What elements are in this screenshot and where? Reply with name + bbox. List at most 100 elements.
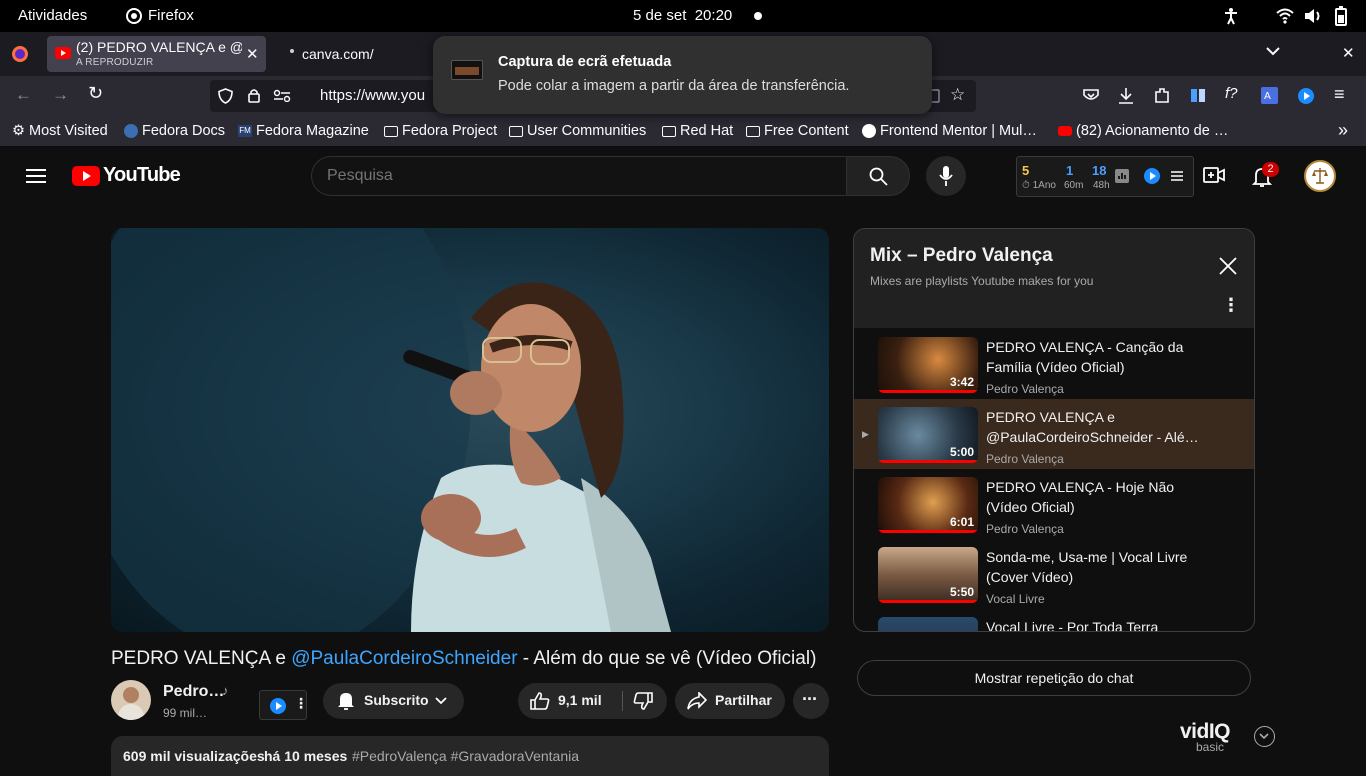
clock[interactable]: 5 de set 20:20 — [633, 7, 732, 24]
youtube-logo[interactable]: YouTube — [72, 164, 181, 187]
downloads-icon[interactable] — [1118, 87, 1134, 104]
playlist-item-title: PEDRO VALENÇA - Hoje Não (Vídeo Oficial) — [986, 479, 1175, 515]
subscribe-button[interactable]: Subscrito — [323, 683, 464, 719]
bookmark-star-icon[interactable]: ☆ — [950, 85, 965, 105]
tab-youtube[interactable]: (2) PEDRO VALENÇA e @P A REPRODUZIR ✕ — [47, 36, 266, 72]
bookmark-user-communities[interactable]: User Communities — [509, 123, 646, 139]
forward-icon[interactable]: → — [52, 85, 69, 105]
activities-button[interactable]: Atividades — [18, 7, 87, 24]
firefox-menu-icon[interactable] — [11, 45, 29, 63]
bookmark-red-hat[interactable]: Red Hat — [662, 123, 733, 139]
close-icon[interactable] — [1218, 256, 1238, 276]
sidebar-extension-icon[interactable] — [1190, 87, 1206, 104]
playlist-item-channel: Vocal Livre — [986, 592, 1045, 606]
youtube-page: YouTube 5 ⏱ 1Ano 1 60m 18 48h 2 — [0, 148, 1366, 776]
tab-playing-label: A REPRODUZIR — [76, 57, 154, 68]
bookmark-free-content[interactable]: Free Content — [746, 123, 849, 139]
notifications-button[interactable]: 2 — [1252, 162, 1279, 190]
vidiq-stats-widget[interactable]: 5 ⏱ 1Ano 1 60m 18 48h — [1016, 156, 1194, 197]
vidiq-menu-icon[interactable] — [1171, 170, 1183, 182]
search-button[interactable] — [846, 156, 910, 196]
vidiq-channel-widget[interactable]: ⋮ — [259, 690, 308, 720]
create-video-icon[interactable] — [1203, 165, 1225, 185]
search-box[interactable] — [311, 156, 847, 196]
playlist-item[interactable]: 5:50 Sonda-me, Usa-me | Vocal Livre (Cov… — [854, 539, 1254, 609]
fm-icon: FM — [238, 125, 252, 137]
more-actions-button[interactable]: ··· — [793, 683, 829, 719]
playlist-item-channel: Pedro Valença — [986, 382, 1064, 396]
vidiq-logo-icon[interactable] — [1143, 167, 1161, 185]
frontend-mentor-icon — [862, 124, 876, 138]
mention-link[interactable]: @PaulaCordeiroSchneider — [291, 648, 517, 669]
playlist-item[interactable]: 6:01 PEDRO VALENÇA - Hoje Não (Vídeo Ofi… — [854, 469, 1254, 539]
playlist-item-title: PEDRO VALENÇA - Canção da Família (Vídeo… — [986, 339, 1184, 375]
bookmark-acionamento[interactable]: (82) Acionamento de … — [1058, 123, 1228, 139]
bookmark-frontend-mentor[interactable]: Frontend Mentor | Mul… — [862, 123, 1037, 139]
dislike-button[interactable] — [623, 683, 667, 719]
vidiq-stat-value: 1 — [1066, 163, 1074, 178]
bookmark-label: Red Hat — [680, 123, 734, 139]
hamburger-menu-icon[interactable]: ≡ — [1334, 84, 1345, 105]
playlist-item[interactable]: 3:42 PEDRO VALENÇA - Canção da Família (… — [854, 329, 1254, 399]
vidiq-badge[interactable]: vidIQ basic — [1180, 720, 1240, 754]
notification-count-badge: 2 — [1262, 162, 1279, 177]
gear-icon: ⚙ — [12, 123, 25, 139]
show-chat-replay-button[interactable]: Mostrar repetição do chat — [857, 660, 1251, 696]
wifi-icon[interactable] — [1276, 8, 1294, 24]
reload-icon[interactable]: ↻ — [88, 83, 103, 104]
vidiq-extension-icon[interactable] — [1297, 87, 1315, 105]
more-vert-icon[interactable]: ⋮ — [294, 695, 308, 712]
fedora-icon — [124, 124, 138, 138]
youtube-logo-icon — [72, 165, 100, 186]
extensions-icon[interactable] — [1154, 87, 1170, 104]
share-button[interactable]: Partilhar — [675, 683, 785, 719]
accessibility-icon[interactable] — [1222, 7, 1240, 25]
guide-menu-icon[interactable] — [26, 168, 46, 184]
tab-canva[interactable]: canva.com/ — [280, 36, 430, 72]
channel-avatar[interactable] — [111, 680, 151, 720]
list-all-tabs-icon[interactable] — [1266, 47, 1280, 56]
voice-search-button[interactable] — [926, 156, 966, 196]
shield-icon[interactable] — [218, 88, 233, 104]
video-player[interactable] — [111, 228, 829, 632]
bookmark-fedora-docs[interactable]: Fedora Docs — [124, 123, 225, 139]
account-avatar[interactable] — [1304, 160, 1336, 192]
app-menu[interactable]: Firefox — [126, 7, 194, 24]
chevron-down-icon — [1259, 733, 1269, 740]
channel-name[interactable]: Pedro… — [163, 683, 224, 701]
more-vert-icon[interactable]: ⋮ — [1222, 295, 1240, 316]
like-button[interactable]: 9,1 mil — [518, 683, 622, 719]
url-text[interactable]: https://www.you — [320, 87, 425, 104]
bookmark-fedora-magazine[interactable]: FM Fedora Magazine — [238, 123, 369, 139]
playlist-item[interactable]: Vocal Livre - Por Toda Terra — [854, 609, 1254, 631]
battery-icon[interactable] — [1335, 6, 1347, 26]
bookmark-label: User Communities — [527, 123, 647, 139]
formula-extension-icon[interactable]: f? — [1225, 85, 1238, 102]
translate-extension-icon[interactable]: A — [1261, 87, 1278, 104]
window-close-icon[interactable]: ✕ — [1342, 44, 1355, 62]
volume-icon[interactable] — [1304, 8, 1322, 24]
vidiq-chart-icon[interactable] — [1115, 169, 1129, 183]
description-box[interactable]: 609 mil visualizações há 10 meses #Pedro… — [111, 736, 829, 776]
bookmark-fedora-project[interactable]: Fedora Project — [384, 123, 497, 139]
hashtags[interactable]: #PedroValença #GravadoraVentania — [352, 748, 579, 764]
music-note-icon: ♪ — [222, 683, 229, 698]
screenshot-notification[interactable]: Captura de ecrã efetuada Pode colar a im… — [433, 36, 932, 114]
playlist-title: Mix – Pedro Valença — [870, 245, 1053, 266]
tab-close-icon[interactable]: ✕ — [246, 45, 259, 63]
pocket-icon[interactable] — [1083, 88, 1099, 103]
tab-title: canva.com/ — [302, 46, 374, 62]
bookmark-most-visited[interactable]: ⚙ Most Visited — [12, 123, 108, 139]
playlist-item-current[interactable]: ▶ 5:00 PEDRO VALENÇA e @PaulaCordeiroSch… — [854, 399, 1254, 469]
share-icon — [687, 692, 707, 710]
search-input[interactable] — [327, 165, 827, 187]
video-thumbnail: 6:01 — [878, 477, 978, 533]
time: 20:20 — [694, 7, 733, 24]
lock-icon[interactable] — [248, 88, 260, 103]
youtube-icon — [1058, 126, 1072, 136]
more-bookmarks-icon[interactable]: » — [1338, 120, 1348, 141]
back-icon[interactable]: ← — [15, 85, 32, 105]
bookmark-label: Most Visited — [29, 123, 108, 139]
permissions-icon[interactable] — [273, 89, 291, 102]
vidiq-expand-button[interactable] — [1254, 726, 1275, 747]
